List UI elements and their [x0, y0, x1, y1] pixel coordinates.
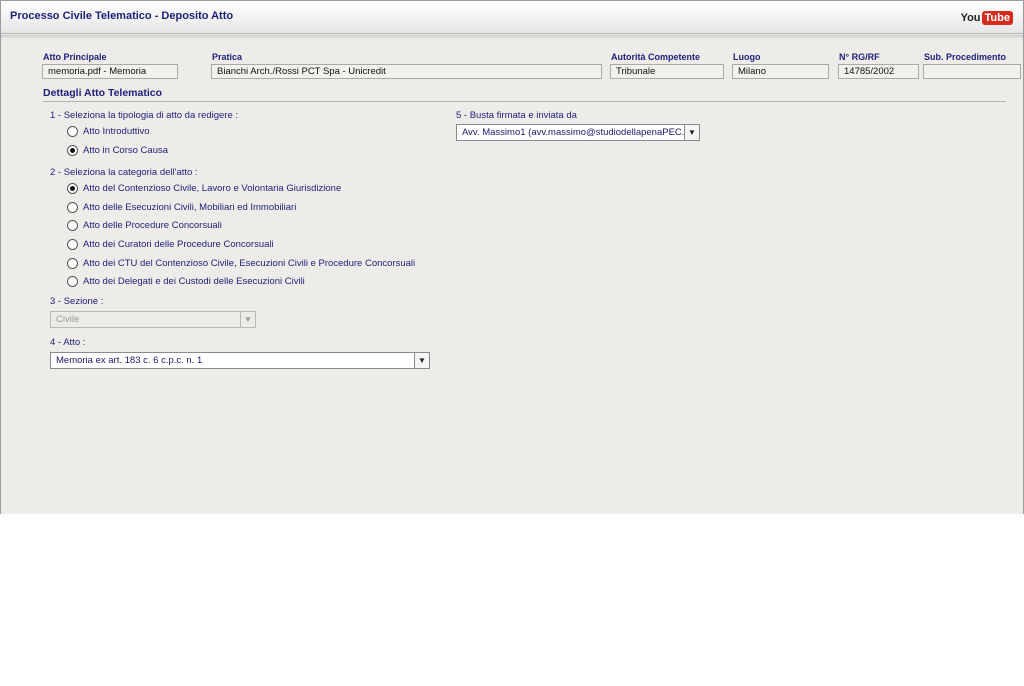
radio-atto-corso-causa[interactable]: Atto in Corso Causa	[67, 145, 168, 156]
chevron-down-icon[interactable]: ▼	[684, 125, 699, 140]
youtube-logo-you: You	[960, 12, 981, 24]
radio-procedure-concorsuali[interactable]: Atto delle Procedure Concorsuali	[67, 220, 222, 231]
section-divider	[43, 101, 1006, 102]
details-section-title: Dettagli Atto Telematico	[43, 87, 163, 99]
radio-button-selected[interactable]	[67, 183, 78, 194]
youtube-logo-button[interactable]: You Tube	[961, 9, 1013, 27]
radio-button[interactable]	[67, 126, 78, 137]
youtube-logo-tube: Tube	[981, 11, 1013, 25]
radio-label: Atto delle Esecuzioni Civili, Mobiliari …	[83, 202, 297, 213]
rg-label: N° RG/RF	[839, 52, 880, 62]
radio-label: Atto dei Curatori delle Procedure Concor…	[83, 239, 274, 250]
sub-procedimento-label: Sub. Procedimento	[924, 52, 1007, 62]
busta-mittente-value: Avv. Massimo1 (avv.massimo@studiodellape…	[462, 127, 690, 138]
autorita-field: Tribunale	[610, 64, 724, 79]
chevron-down-icon: ▼	[240, 312, 255, 327]
radio-label: Atto dei CTU del Contenzioso Civile, Ese…	[83, 258, 416, 269]
luogo-field: Milano	[732, 64, 829, 79]
radio-label: Atto Introduttivo	[83, 126, 150, 137]
radio-button[interactable]	[67, 202, 78, 213]
atto-principale-label: Atto Principale	[43, 52, 107, 62]
atto-principale-field: memoria.pdf - Memoria	[42, 64, 178, 79]
radio-esecuzioni-civili[interactable]: Atto delle Esecuzioni Civili, Mobiliari …	[67, 202, 296, 213]
app-window: Processo Civile Telematico - Deposito At…	[0, 0, 1024, 514]
radio-label: Atto in Corso Causa	[83, 145, 169, 156]
rg-field: 14785/2002	[838, 64, 919, 79]
radio-atto-introduttivo[interactable]: Atto Introduttivo	[67, 126, 150, 137]
q1-label: 1 - Seleziona la tipologia di atto da re…	[50, 110, 239, 121]
title-shadow	[1, 35, 1023, 39]
sezione-select: Civile ▼	[50, 311, 256, 328]
radio-label: Atto del Contenzioso Civile, Lavoro e Vo…	[83, 183, 342, 194]
radio-button[interactable]	[67, 220, 78, 231]
radio-curatori[interactable]: Atto dei Curatori delle Procedure Concor…	[67, 239, 274, 250]
radio-button[interactable]	[67, 276, 78, 287]
sub-procedimento-field	[923, 64, 1021, 79]
atto-select[interactable]: Memoria ex art. 183 c. 6 c.p.c. n. 1 ▼	[50, 352, 430, 369]
atto-value: Memoria ex art. 183 c. 6 c.p.c. n. 1	[56, 355, 203, 366]
pratica-label: Pratica	[212, 52, 243, 62]
chevron-down-icon[interactable]: ▼	[414, 353, 429, 368]
q3-label: 3 - Sezione :	[50, 296, 104, 307]
pratica-field: Bianchi Arch./Rossi PCT Spa - Unicredit	[211, 64, 602, 79]
radio-button[interactable]	[67, 239, 78, 250]
radio-button[interactable]	[67, 258, 78, 269]
q4-label: 4 - Atto :	[50, 337, 86, 348]
radio-delegati-custodi[interactable]: Atto dei Delegati e dei Custodi delle Es…	[67, 276, 305, 287]
window-title: Processo Civile Telematico - Deposito At…	[10, 10, 234, 22]
sezione-value: Civile	[56, 314, 80, 325]
busta-mittente-select[interactable]: Avv. Massimo1 (avv.massimo@studiodellape…	[456, 124, 700, 141]
q2-label: 2 - Seleziona la categoria dell'atto :	[50, 167, 198, 178]
luogo-label: Luogo	[733, 52, 761, 62]
q5-label: 5 - Busta firmata e inviata da	[456, 110, 577, 121]
radio-button-selected[interactable]	[67, 145, 78, 156]
radio-contenzioso-civile[interactable]: Atto del Contenzioso Civile, Lavoro e Vo…	[67, 183, 341, 194]
radio-label: Atto dei Delegati e dei Custodi delle Es…	[83, 276, 305, 287]
autorita-label: Autorità Competente	[611, 52, 701, 62]
radio-label: Atto delle Procedure Concorsuali	[83, 220, 222, 231]
title-bar: Processo Civile Telematico - Deposito At…	[1, 1, 1023, 34]
radio-ctu[interactable]: Atto dei CTU del Contenzioso Civile, Ese…	[67, 258, 415, 269]
